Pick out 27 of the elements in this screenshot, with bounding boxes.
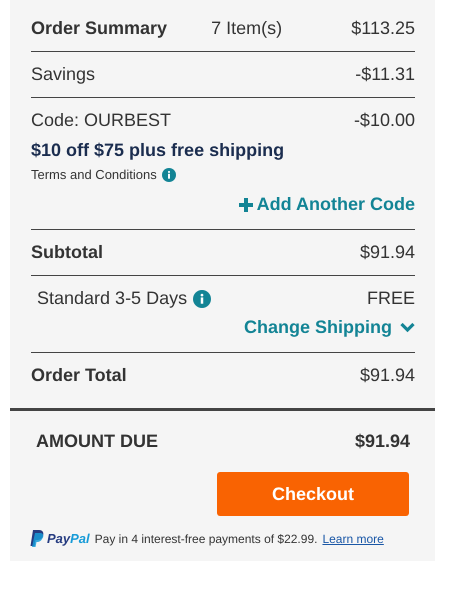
plus-icon xyxy=(238,198,253,212)
info-icon[interactable] xyxy=(162,168,176,182)
promo-code-label: Code: OURBEST xyxy=(31,110,172,131)
promo-amount: -$10.00 xyxy=(354,110,415,131)
add-code-link[interactable]: Add Another Code xyxy=(238,194,415,215)
shipping-method: Standard 3-5 Days xyxy=(37,288,188,309)
terms-text: Terms and Conditions xyxy=(31,167,157,182)
paypal-message: Pay in 4 interest-free payments of $22.99. xyxy=(94,532,318,546)
promo-headline: $10 off $75 plus free shipping xyxy=(31,140,286,161)
savings-label: Savings xyxy=(31,64,96,85)
checkout-button[interactable]: Checkout xyxy=(217,472,409,516)
item-count: 7 Item(s) xyxy=(210,18,284,39)
summary-title: Order Summary xyxy=(31,18,168,39)
subtotal-amount: $91.94 xyxy=(360,242,415,263)
subtotal-label: Subtotal xyxy=(31,242,103,263)
chevron-down-icon xyxy=(400,322,415,333)
amount-due-label: AMOUNT DUE xyxy=(36,431,158,452)
change-shipping-link[interactable]: Change Shipping xyxy=(244,317,415,338)
learn-more-link[interactable]: Learn more xyxy=(322,532,384,546)
shipping-price: FREE xyxy=(366,288,415,309)
amount-due-value: $91.94 xyxy=(354,431,410,452)
order-total-amount: $91.94 xyxy=(360,365,415,386)
paypal-logo: PayPal xyxy=(30,530,90,547)
order-total-label: Order Total xyxy=(31,365,127,386)
summary-amount: $113.25 xyxy=(351,18,415,39)
savings-amount: -$11.31 xyxy=(355,64,415,85)
info-icon[interactable] xyxy=(193,290,212,308)
